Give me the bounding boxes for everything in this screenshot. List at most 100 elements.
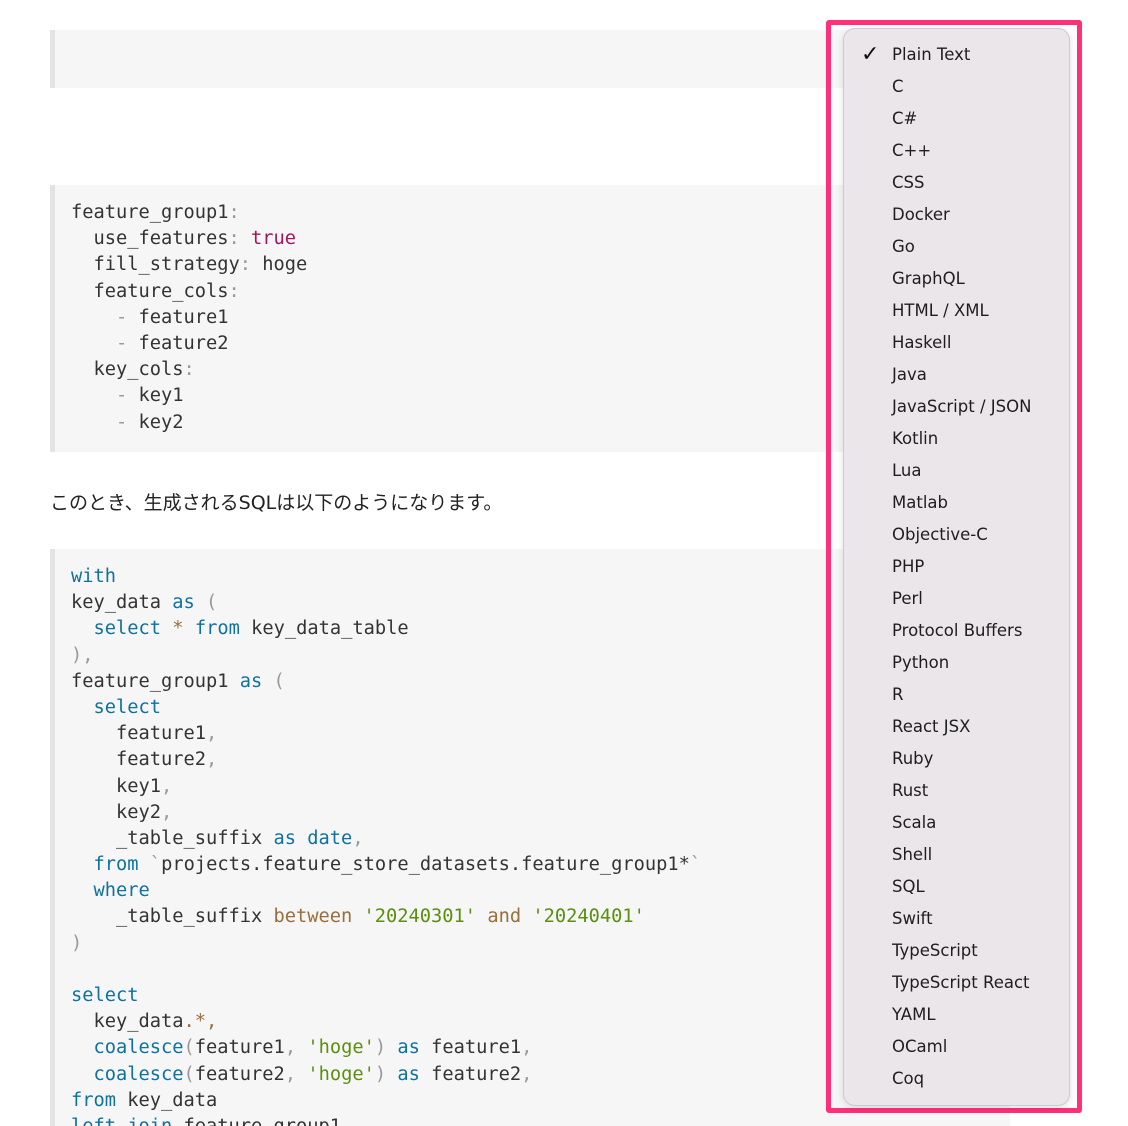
- sql-code-token: ,: [284, 1063, 297, 1085]
- menu-item-coq[interactable]: Coq: [844, 1063, 1069, 1095]
- yaml-code-token: hoge: [251, 254, 308, 276]
- sql-code-token: `: [149, 854, 162, 876]
- sql-code-token: as: [397, 1063, 420, 1085]
- menu-item-c[interactable]: C: [844, 71, 1069, 103]
- menu-item-label: TypeScript React: [892, 973, 1030, 992]
- sql-code-token: '20240301': [363, 906, 477, 928]
- sql-code-token: date: [307, 827, 353, 849]
- yaml-code-token: [71, 385, 116, 406]
- menu-item-ocaml[interactable]: OCaml: [844, 1031, 1069, 1063]
- sql-code-token: '20240401': [532, 906, 645, 928]
- menu-item-sql[interactable]: SQL: [844, 871, 1069, 903]
- yaml-code-token: :: [239, 254, 252, 276]
- sql-code-token: _table_suffix: [71, 827, 274, 849]
- sql-code-token: select: [93, 696, 162, 718]
- menu-item-label: Lua: [892, 461, 922, 480]
- sql-code-token: left join: [71, 1116, 172, 1126]
- menu-item-html-xml[interactable]: HTML / XML: [844, 295, 1069, 327]
- menu-item-go[interactable]: Go: [844, 231, 1069, 263]
- sql-code-token: as: [172, 592, 195, 614]
- sql-code-token: ,: [161, 801, 173, 823]
- menu-item-label: Plain Text: [892, 45, 971, 64]
- menu-item-label: Scala: [892, 813, 937, 832]
- menu-item-objective-c[interactable]: Objective-C: [844, 519, 1069, 551]
- menu-item-protocol-buffers[interactable]: Protocol Buffers: [844, 615, 1069, 647]
- menu-item-label: PHP: [892, 557, 925, 576]
- menu-item-matlab[interactable]: Matlab: [844, 487, 1069, 519]
- yaml-code-token: [240, 228, 251, 249]
- menu-item-javascript-json[interactable]: JavaScript / JSON: [844, 391, 1069, 423]
- sql-code-token: ): [71, 932, 83, 954]
- sql-code-token: ,: [206, 749, 218, 771]
- menu-item-c#[interactable]: C#: [844, 103, 1069, 135]
- sql-code-token: [476, 906, 487, 927]
- sql-code-token: [71, 1064, 94, 1085]
- menu-item-typescript-react[interactable]: TypeScript React: [844, 967, 1069, 999]
- menu-item-label: SQL: [892, 877, 925, 896]
- menu-item-docker[interactable]: Docker: [844, 199, 1069, 231]
- menu-item-c++[interactable]: C++: [844, 135, 1069, 167]
- yaml-code-token: use_features: [71, 228, 229, 250]
- menu-item-label: Docker: [892, 205, 950, 224]
- menu-item-java[interactable]: Java: [844, 359, 1069, 391]
- menu-item-php[interactable]: PHP: [844, 551, 1069, 583]
- yaml-code-token: :: [183, 359, 195, 381]
- sql-code-token: as: [397, 1037, 420, 1059]
- yaml-code-token: key2: [127, 411, 184, 433]
- menu-item-react-jsx[interactable]: React JSX: [844, 711, 1069, 743]
- menu-item-yaml[interactable]: YAML: [844, 999, 1069, 1031]
- menu-item-label: Coq: [892, 1069, 925, 1088]
- sql-code-token: [386, 1064, 397, 1085]
- sql-code-token: ,: [352, 827, 364, 849]
- yaml-code-token: [71, 307, 116, 328]
- sql-code-token: [262, 671, 273, 692]
- yaml-code-token: -: [116, 306, 128, 328]
- menu-item-css[interactable]: CSS: [844, 167, 1069, 199]
- menu-item-label: C#: [892, 109, 918, 128]
- menu-item-label: Swift: [892, 909, 933, 928]
- sql-code-token: ): [374, 1063, 387, 1085]
- sql-code-token: as: [239, 670, 263, 692]
- menu-item-ruby[interactable]: Ruby: [844, 743, 1069, 775]
- menu-item-label: Haskell: [892, 333, 952, 352]
- menu-item-scala[interactable]: Scala: [844, 807, 1069, 839]
- menu-item-label: C: [892, 77, 904, 96]
- menu-item-typescript[interactable]: TypeScript: [844, 935, 1069, 967]
- sql-code-token: [521, 906, 532, 927]
- yaml-code-token: feature1: [127, 306, 229, 328]
- menu-item-lua[interactable]: Lua: [844, 455, 1069, 487]
- menu-item-swift[interactable]: Swift: [844, 903, 1069, 935]
- sql-code-token: (: [206, 592, 218, 614]
- menu-item-label: R: [892, 685, 904, 704]
- sql-code-token: [195, 592, 206, 613]
- sql-code-token: [71, 618, 94, 639]
- sql-code-token: key_data_table: [239, 618, 409, 640]
- yaml-code-token: fill_strategy: [71, 254, 240, 276]
- menu-item-label: Matlab: [892, 493, 948, 512]
- sql-code-token: [139, 854, 150, 875]
- menu-item-haskell[interactable]: Haskell: [844, 327, 1069, 359]
- sql-code-token: [71, 1037, 94, 1058]
- yaml-code-token: :: [228, 280, 240, 302]
- menu-item-python[interactable]: Python: [844, 647, 1069, 679]
- sql-code-token: [296, 1037, 307, 1058]
- yaml-code-token: feature2: [127, 332, 229, 354]
- sql-code-token: *: [172, 618, 184, 640]
- sql-code-token: ,: [521, 1037, 533, 1059]
- menu-item-shell[interactable]: Shell: [844, 839, 1069, 871]
- menu-item-rust[interactable]: Rust: [844, 775, 1069, 807]
- sql-code-token: 'hoge': [307, 1063, 375, 1085]
- sql-code-token: coalesce: [93, 1063, 184, 1085]
- menu-item-label: Shell: [892, 845, 933, 864]
- menu-item-label: Objective-C: [892, 525, 988, 544]
- menu-item-kotlin[interactable]: Kotlin: [844, 423, 1069, 455]
- menu-item-perl[interactable]: Perl: [844, 583, 1069, 615]
- menu-item-r[interactable]: R: [844, 679, 1069, 711]
- menu-item-graphql[interactable]: GraphQL: [844, 263, 1069, 295]
- sql-code-token: feature_group1: [71, 670, 240, 692]
- menu-item-plain-text[interactable]: ✓ Plain Text: [844, 39, 1069, 71]
- sql-code-token: feature_group1: [172, 1116, 342, 1126]
- menu-item-label: GraphQL: [892, 269, 965, 288]
- sql-code-token: key_data: [116, 1089, 218, 1111]
- language-dropdown-menu: ✓ Plain Text C C# C++ CSS Docker Go GraphQL HTML …: [843, 28, 1070, 1106]
